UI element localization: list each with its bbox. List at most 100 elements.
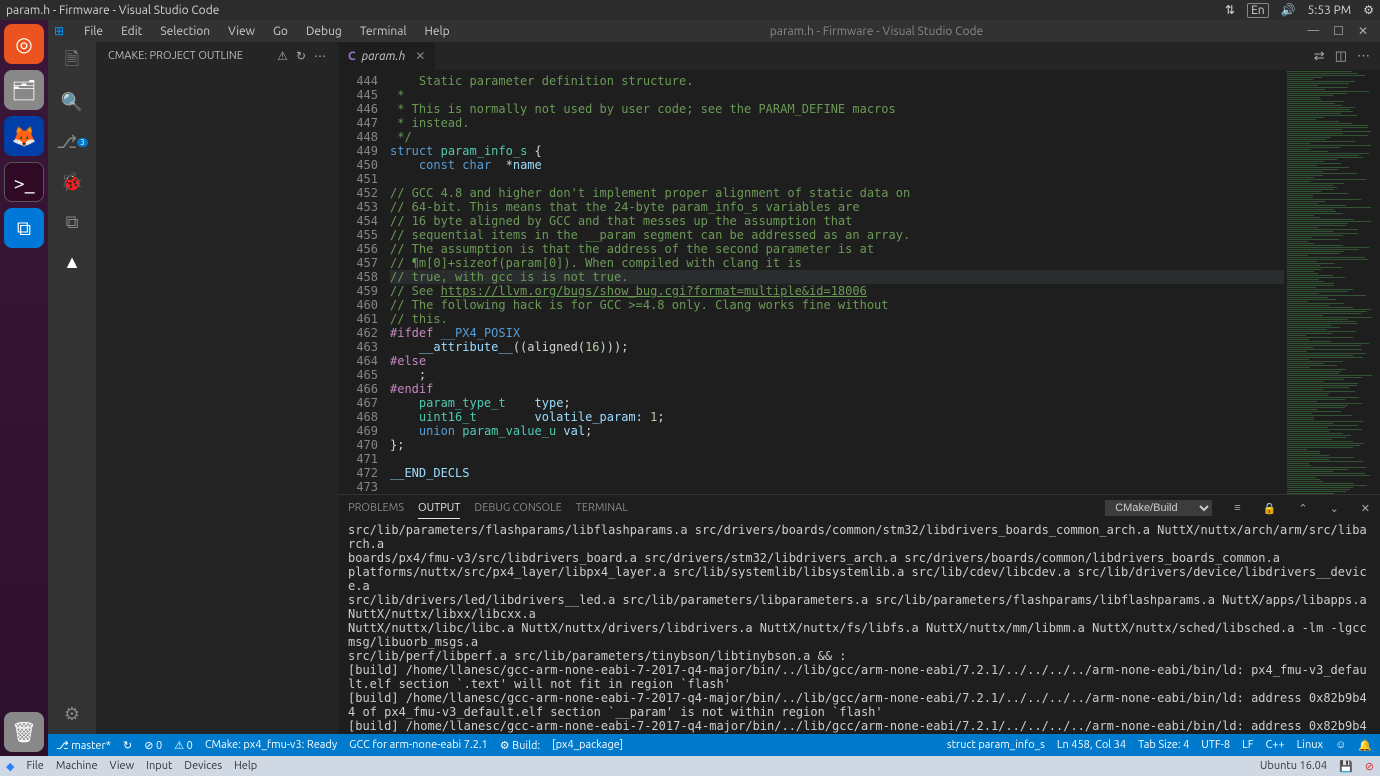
build-button[interactable]: ⚙ Build: [500, 739, 540, 752]
system-tray: ⇅ En 🔊 5:53 PM ⚙ [1225, 3, 1374, 18]
warning-icon[interactable]: ⚠ [277, 49, 288, 63]
vm-menu-input[interactable]: Input [146, 760, 172, 772]
sidebar-title: CMAKE: PROJECT OUTLINE [108, 50, 243, 62]
sound-icon[interactable]: 🔊 [1281, 3, 1296, 17]
os-topbar: param.h - Firmware - Visual Studio Code … [0, 0, 1380, 20]
bell-icon[interactable]: 🔔 [1358, 739, 1372, 752]
clear-icon[interactable]: 🔒 [1263, 502, 1277, 515]
menu-selection[interactable]: Selection [152, 23, 218, 40]
vm-menu-devices[interactable]: Devices [184, 760, 222, 772]
files-icon[interactable]: 🗎 [60, 50, 84, 74]
tab-terminal[interactable]: TERMINAL [576, 498, 628, 518]
collapse-icon[interactable]: ⌄ [1330, 502, 1339, 515]
clock[interactable]: 5:53 PM [1308, 4, 1352, 17]
menu-debug[interactable]: Debug [298, 23, 350, 40]
build-target[interactable]: [px4_package] [552, 739, 623, 751]
title-center: param.h - Firmware - Visual Studio Code [458, 25, 1296, 38]
editor-area: C param.h ✕ ⇄ ◫ ⋯ 4444454464474484494504… [338, 42, 1380, 734]
errors[interactable]: ⊘ 0 [144, 739, 162, 752]
close-panel-icon[interactable]: ✕ [1361, 502, 1370, 515]
os-indicator[interactable]: Linux [1297, 739, 1323, 751]
menu-view[interactable]: View [220, 23, 263, 40]
close-icon[interactable]: ✕ [1358, 24, 1368, 38]
tab-problems[interactable]: PROBLEMS [348, 498, 404, 518]
more-icon[interactable]: ⋯ [314, 49, 326, 63]
terminal-icon[interactable]: >_ [4, 162, 44, 202]
vscode-titlebar: ⊞ FileEditSelectionViewGoDebugTerminalHe… [48, 20, 1380, 42]
cmake-status[interactable]: CMake: px4_fmu-v3: Ready [205, 739, 337, 751]
git-branch[interactable]: ⎇ master* [56, 739, 111, 752]
maximize-icon[interactable]: ☐ [1333, 24, 1344, 38]
tab-param-h[interactable]: C param.h ✕ [338, 42, 436, 70]
feedback-icon[interactable]: ☺ [1335, 739, 1346, 751]
gcc-kit[interactable]: GCC for arm-none-eabi 7.2.1 [349, 739, 488, 751]
refresh-icon[interactable]: ↻ [296, 49, 306, 63]
menu-help[interactable]: Help [417, 23, 458, 40]
code-view[interactable]: Static parameter definition structure. *… [386, 70, 1284, 494]
menu-go[interactable]: Go [265, 23, 296, 40]
extensions-icon[interactable]: ⧉ [60, 210, 84, 234]
vm-menu-file[interactable]: File [26, 760, 43, 772]
vm-label: Ubuntu 16.04 [1260, 760, 1327, 772]
more-icon[interactable]: ⋯ [1357, 49, 1370, 64]
vm-menu-help[interactable]: Help [234, 760, 257, 772]
expand-icon[interactable]: ⌃ [1298, 502, 1307, 515]
lang-indicator[interactable]: En [1247, 3, 1269, 18]
ubuntu-launcher: ◎ 🗂 🦊 >_ ⧉ 🗑 [0, 20, 48, 756]
activity-bar: 🗎 🔍 ⎇3 🐞 ⧉ ▲ ⚙ [48, 42, 96, 734]
vm-logo-icon: ◆ [6, 760, 14, 773]
vm-menu-machine[interactable]: Machine [56, 760, 98, 772]
vscode-window: ⊞ FileEditSelectionViewGoDebugTerminalHe… [48, 20, 1380, 756]
minimap[interactable] [1284, 70, 1380, 494]
breadcrumb[interactable]: struct param_info_s [947, 739, 1045, 751]
gear-icon[interactable]: ⚙ [1363, 3, 1374, 17]
status-bar: ⎇ master* ↻ ⊘ 0 ⚠ 0 CMake: px4_fmu-v3: R… [48, 734, 1380, 756]
files-icon[interactable]: 🗂 [4, 70, 44, 110]
minimize-icon[interactable]: ― [1307, 24, 1319, 38]
output-channel-select[interactable]: CMake/Build [1105, 500, 1212, 516]
tab-output[interactable]: OUTPUT [418, 498, 460, 519]
vm-close-icon[interactable]: ⊘ [1365, 760, 1374, 773]
vm-disk-icon[interactable]: 💾 [1339, 760, 1353, 773]
window-title: param.h - Firmware - Visual Studio Code [6, 4, 219, 17]
vscode-menu: FileEditSelectionViewGoDebugTerminalHelp [70, 23, 458, 40]
line-gutter: 4444454464474484494504514524534544554564… [338, 70, 386, 494]
eol[interactable]: LF [1242, 739, 1253, 751]
tab-debug-console[interactable]: DEBUG CONSOLE [474, 498, 561, 518]
language-mode[interactable]: C++ [1266, 739, 1285, 751]
menu-file[interactable]: File [76, 23, 111, 40]
vscode-icon[interactable]: ⧉ [4, 208, 44, 248]
network-icon[interactable]: ⇅ [1225, 3, 1235, 17]
sidebar-header: CMAKE: PROJECT OUTLINE ⚠ ↻ ⋯ [96, 42, 338, 70]
firefox-icon[interactable]: 🦊 [4, 116, 44, 156]
compare-icon[interactable]: ⇄ [1314, 49, 1325, 64]
sidebar: CMAKE: PROJECT OUTLINE ⚠ ↻ ⋯ [96, 42, 338, 734]
file-badge: C [348, 50, 356, 63]
vm-menu-view[interactable]: View [110, 760, 135, 772]
tab-size[interactable]: Tab Size: 4 [1138, 739, 1189, 751]
warnings[interactable]: ⚠ 0 [174, 739, 193, 752]
debug-icon[interactable]: 🐞 [60, 170, 84, 194]
sync-icon[interactable]: ↻ [123, 739, 132, 752]
output-text[interactable]: src/lib/parameters/flashparams/libflashp… [338, 521, 1380, 734]
dash-icon[interactable]: ◎ [4, 24, 44, 64]
settings-icon[interactable]: ⚙ [60, 702, 84, 726]
split-icon[interactable]: ◫ [1335, 49, 1347, 64]
search-icon[interactable]: 🔍 [60, 90, 84, 114]
vm-menu-bar: ◆ File Machine View Input Devices Help Ubuntu… [0, 756, 1380, 776]
trash-icon[interactable]: 🗑 [4, 712, 44, 752]
menu-edit[interactable]: Edit [113, 23, 150, 40]
file-name: param.h [362, 50, 406, 63]
code-editor[interactable]: 4444454464474484494504514524534544554564… [338, 70, 1380, 494]
cursor-position[interactable]: Ln 458, Col 34 [1057, 739, 1126, 751]
menu-terminal[interactable]: Terminal [352, 23, 415, 40]
cmake-icon[interactable]: ▲ [60, 250, 84, 274]
filter-icon[interactable]: ≡ [1234, 502, 1240, 514]
scm-icon[interactable]: ⎇3 [60, 130, 84, 154]
close-tab-icon[interactable]: ✕ [415, 49, 425, 63]
vscode-logo-icon: ⊞ [54, 24, 64, 38]
panel-tabs: PROBLEMS OUTPUT DEBUG CONSOLE TERMINAL C… [338, 495, 1380, 521]
bottom-panel: PROBLEMS OUTPUT DEBUG CONSOLE TERMINAL C… [338, 494, 1380, 734]
tab-bar: C param.h ✕ ⇄ ◫ ⋯ [338, 42, 1380, 70]
encoding[interactable]: UTF-8 [1201, 739, 1230, 751]
